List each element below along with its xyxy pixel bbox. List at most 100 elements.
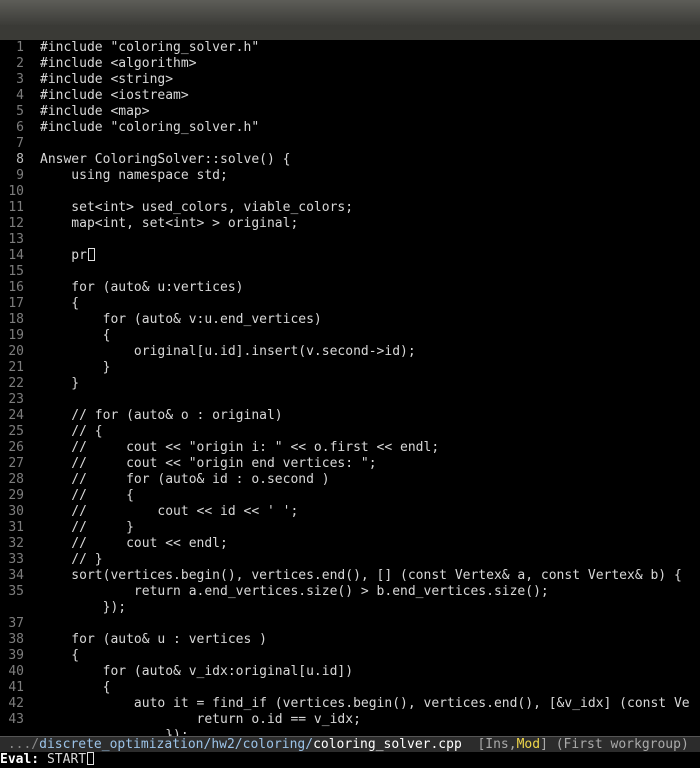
- code-text[interactable]: // }: [40, 520, 134, 535]
- code-line[interactable]: 2 #include <algorithm>: [0, 56, 700, 72]
- minibuffer-input[interactable]: START: [39, 752, 86, 767]
- code-text[interactable]: // for (auto& o : original): [40, 408, 282, 423]
- code-line[interactable]: 35 return a.end_vertices.size() > b.end_…: [0, 584, 700, 600]
- code-line[interactable]: 11 set<int> used_colors, viable_colors;: [0, 200, 700, 216]
- minibuffer[interactable]: Eval: START: [0, 752, 700, 768]
- code-line[interactable]: 14 pr: [0, 248, 700, 264]
- line-number: 13: [8, 232, 24, 247]
- code-text[interactable]: });: [40, 600, 126, 615]
- code-text[interactable]: #include <string>: [40, 72, 173, 87]
- code-line[interactable]: 17 {: [0, 296, 700, 312]
- code-text[interactable]: // cout << "origin i: " << o.first << en…: [40, 440, 439, 455]
- code-line[interactable]: 10: [0, 184, 700, 200]
- code-line[interactable]: 5 #include <map>: [0, 104, 700, 120]
- code-line[interactable]: 7: [0, 136, 700, 152]
- code-line[interactable]: 1 #include "coloring_solver.h": [0, 40, 700, 56]
- tab-strip: [0, 25, 700, 40]
- code-line[interactable]: 43 return o.id == v_idx;: [0, 712, 700, 728]
- code-line[interactable]: 30 // cout << id << ' ';: [0, 504, 700, 520]
- code-line[interactable]: 16 for (auto& u:vertices): [0, 280, 700, 296]
- code-text[interactable]: });: [40, 728, 189, 736]
- code-text[interactable]: for (auto& v:u.end_vertices): [40, 312, 322, 327]
- line-number: 37: [8, 616, 24, 631]
- code-line[interactable]: 23: [0, 392, 700, 408]
- code-text[interactable]: // cout << id << ' ';: [40, 504, 298, 519]
- code-text[interactable]: // }: [40, 552, 102, 567]
- code-text[interactable]: // for (auto& id : o.second ): [40, 472, 329, 487]
- code-text[interactable]: }: [40, 360, 111, 375]
- line-number: 16: [8, 280, 24, 295]
- code-text[interactable]: original[u.id].insert(v.second->id);: [40, 344, 416, 359]
- code-text[interactable]: Answer ColoringSolver::solve() {: [40, 152, 290, 167]
- code-line[interactable]: 8 Answer ColoringSolver::solve() {: [0, 152, 700, 168]
- code-line[interactable]: 40 for (auto& v_idx:original[u.id]): [0, 664, 700, 680]
- code-text[interactable]: // {: [40, 488, 134, 503]
- code-text[interactable]: for (auto& u:vertices): [40, 280, 243, 295]
- code-line[interactable]: 24 // for (auto& o : original): [0, 408, 700, 424]
- code-text[interactable]: #include <iostream>: [40, 88, 189, 103]
- code-text[interactable]: for (auto& u : vertices ): [40, 632, 267, 647]
- code-text[interactable]: for (auto& v_idx:original[u.id]): [40, 664, 353, 679]
- code-text[interactable]: set<int> used_colors, viable_colors;: [40, 200, 353, 215]
- code-text[interactable]: {: [40, 296, 79, 311]
- code-line[interactable]: 31 // }: [0, 520, 700, 536]
- code-text[interactable]: return o.id == v_idx;: [40, 712, 361, 727]
- code-line[interactable]: 38 for (auto& u : vertices ): [0, 632, 700, 648]
- code-line[interactable]: 39 {: [0, 648, 700, 664]
- line-number: 43: [8, 712, 24, 727]
- code-line[interactable]: 20 original[u.id].insert(v.second->id);: [0, 344, 700, 360]
- code-line[interactable]: 6 #include "coloring_solver.h": [0, 120, 700, 136]
- code-text[interactable]: }: [40, 376, 79, 391]
- code-line[interactable]: 22 }: [0, 376, 700, 392]
- code-line[interactable]: });: [0, 600, 700, 616]
- line-number: 30: [8, 504, 24, 519]
- code-line[interactable]: 13: [0, 232, 700, 248]
- code-line[interactable]: 26 // cout << "origin i: " << o.first <<…: [0, 440, 700, 456]
- code-text[interactable]: #include <algorithm>: [40, 56, 197, 71]
- line-number: 31: [8, 520, 24, 535]
- line-number: 12: [8, 216, 24, 231]
- code-text[interactable]: return a.end_vertices.size() > b.end_ver…: [40, 584, 549, 599]
- code-line[interactable]: 41 {: [0, 680, 700, 696]
- code-line[interactable]: });: [0, 728, 700, 736]
- code-text[interactable]: using namespace std;: [40, 168, 228, 183]
- line-number: 20: [8, 344, 24, 359]
- code-text[interactable]: pr: [40, 248, 87, 263]
- code-line[interactable]: 34 sort(vertices.begin(), vertices.end()…: [0, 568, 700, 584]
- code-line[interactable]: 4 #include <iostream>: [0, 88, 700, 104]
- code-line[interactable]: 19 {: [0, 328, 700, 344]
- line-number: 9: [16, 168, 24, 183]
- code-line[interactable]: 28 // for (auto& id : o.second ): [0, 472, 700, 488]
- code-text[interactable]: // cout << "origin end vertices: ";: [40, 456, 376, 471]
- code-text[interactable]: {: [40, 328, 111, 343]
- code-text[interactable]: sort(vertices.begin(), vertices.end(), […: [40, 568, 682, 583]
- code-line[interactable]: 15: [0, 264, 700, 280]
- code-line[interactable]: 27 // cout << "origin end vertices: ";: [0, 456, 700, 472]
- code-editor[interactable]: 1 #include "coloring_solver.h" 2 #include <…: [0, 40, 700, 736]
- line-number: 26: [8, 440, 24, 455]
- code-line[interactable]: 18 for (auto& v:u.end_vertices): [0, 312, 700, 328]
- code-text[interactable]: auto it = find_if (vertices.begin(), ver…: [40, 696, 690, 711]
- code-text[interactable]: {: [40, 680, 111, 695]
- line-number: 1: [16, 40, 24, 55]
- window-titlebar[interactable]: [0, 0, 700, 25]
- code-text[interactable]: // {: [40, 424, 102, 439]
- code-line[interactable]: 3 #include <string>: [0, 72, 700, 88]
- code-text[interactable]: #include "coloring_solver.h": [40, 40, 259, 55]
- mode-line-directory: discrete_optimization/hw2/coloring/: [39, 737, 314, 752]
- code-text[interactable]: #include "coloring_solver.h": [40, 120, 259, 135]
- code-line[interactable]: 42 auto it = find_if (vertices.begin(), …: [0, 696, 700, 712]
- code-line[interactable]: 29 // {: [0, 488, 700, 504]
- code-text[interactable]: #include <map>: [40, 104, 150, 119]
- code-text[interactable]: {: [40, 648, 79, 663]
- code-line[interactable]: 12 map<int, set<int> > original;: [0, 216, 700, 232]
- code-line[interactable]: 37: [0, 616, 700, 632]
- code-line[interactable]: 25 // {: [0, 424, 700, 440]
- line-number: 10: [8, 184, 24, 199]
- code-line[interactable]: 32 // cout << endl;: [0, 536, 700, 552]
- code-line[interactable]: 33 // }: [0, 552, 700, 568]
- code-text[interactable]: // cout << endl;: [40, 536, 228, 551]
- code-line[interactable]: 21 }: [0, 360, 700, 376]
- code-line[interactable]: 9 using namespace std;: [0, 168, 700, 184]
- code-text[interactable]: map<int, set<int> > original;: [40, 216, 298, 231]
